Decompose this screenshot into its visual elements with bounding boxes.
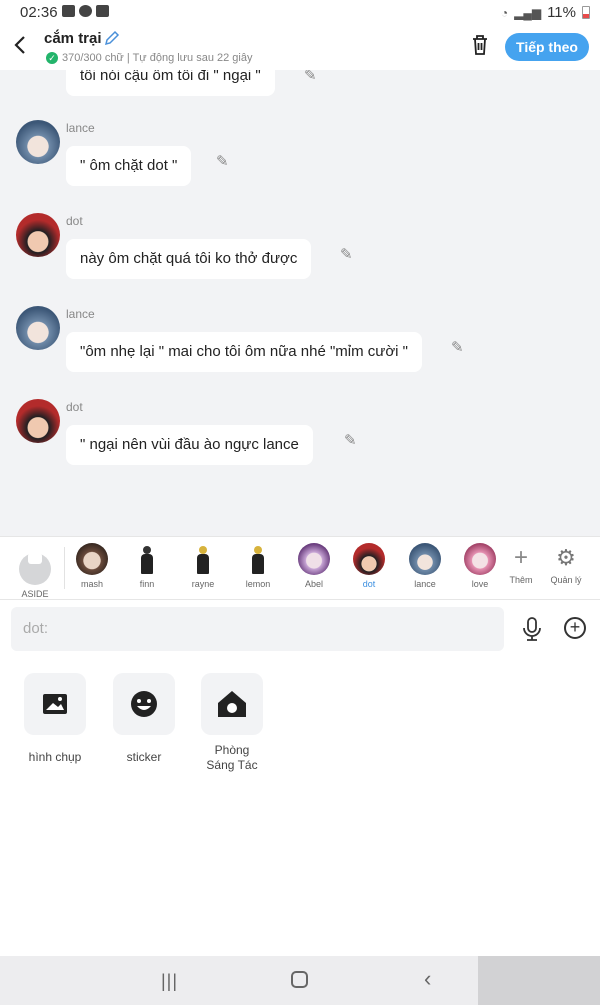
recent-apps-icon[interactable]: ||| [161, 971, 178, 992]
edit-message-icon[interactable]: ✎ [216, 152, 229, 170]
message-bubble[interactable]: " ngại nên vùi đầu ào ngực lance [66, 425, 313, 465]
character-aside[interactable]: ASIDE [13, 543, 57, 599]
add-label: Thêm [509, 575, 533, 585]
message-bubble[interactable]: tôi nói cậu ôm tôi đi " ngại " [66, 70, 275, 96]
character-label: Abel [304, 579, 323, 589]
avatar [353, 543, 385, 575]
photo-label: hình chụp [28, 750, 82, 764]
sticker-tool[interactable]: sticker [112, 673, 176, 765]
video-icon [62, 5, 75, 17]
creative-room-line2: Sáng Tác [206, 758, 258, 772]
character-dot[interactable]: dot [347, 543, 391, 589]
next-button[interactable]: Tiếp theo [505, 33, 589, 61]
trash-icon[interactable] [470, 34, 492, 58]
battery-text: 11% [547, 4, 576, 21]
avatar[interactable] [16, 120, 60, 164]
android-icon [96, 5, 109, 17]
character-lemon[interactable]: lemon [236, 543, 280, 589]
autosave-text: 370/300 chữ | Tự động lưu sau 22 giây [62, 52, 253, 64]
battery-icon [582, 6, 590, 19]
notification-icons [62, 5, 109, 17]
avatar [409, 543, 441, 575]
character-label: love [471, 579, 489, 589]
home-icon[interactable] [291, 971, 308, 988]
sender-name: lance [66, 121, 95, 135]
character-label: rayne [191, 579, 215, 589]
character-label: lance [414, 579, 436, 589]
status-time: 02:36 [20, 4, 58, 21]
avatar [242, 543, 274, 575]
back-icon[interactable] [12, 34, 34, 60]
sender-name: dot [66, 214, 83, 228]
creative-room-label: Phòng Sáng Tác [200, 743, 264, 773]
edit-title-icon[interactable] [104, 30, 120, 50]
page-title[interactable]: cắm trại [44, 30, 102, 47]
manage-label: Quản lý [550, 575, 582, 585]
edit-message-icon[interactable]: ✎ [340, 245, 353, 263]
header: cắm trại ✓ 370/300 chữ | Tự động lưu sau… [0, 26, 600, 70]
avatar [464, 543, 496, 575]
message-bubble[interactable]: " ôm chặt dot " [66, 146, 192, 186]
character-strip: ASIDE mash finn rayne lemon Abel dot lan… [0, 536, 600, 600]
signal-icon: ▂▄▆ [514, 5, 542, 20]
avatar [187, 543, 219, 575]
character-love[interactable]: love [458, 543, 502, 589]
character-mash[interactable]: mash [70, 543, 114, 589]
add-circle-icon[interactable]: + [564, 617, 586, 639]
character-label: ASIDE [21, 589, 49, 599]
avatar[interactable] [16, 213, 60, 257]
sender-name: lance [66, 307, 95, 321]
character-rayne[interactable]: rayne [181, 543, 225, 589]
sender-name: dot [66, 400, 83, 414]
house-icon [201, 673, 263, 735]
character-label: dot [362, 579, 376, 589]
edit-message-icon[interactable]: ✎ [451, 338, 464, 356]
check-icon: ✓ [46, 52, 58, 64]
wifi-icon: ◔ [500, 5, 509, 20]
autosave-info: ✓ 370/300 chữ | Tự động lưu sau 22 giây [46, 52, 252, 64]
back-nav-icon[interactable]: ‹ [424, 966, 431, 992]
sticker-label: sticker [126, 750, 162, 764]
microphone-icon[interactable] [522, 617, 544, 641]
edit-message-icon[interactable]: ✎ [304, 70, 317, 84]
message-bubble[interactable]: này ôm chặt quá tôi ko thở được [66, 239, 312, 279]
character-finn[interactable]: finn [125, 543, 169, 589]
character-label: finn [139, 579, 155, 589]
add-character-button[interactable]: + Thêm [499, 543, 543, 585]
character-abel[interactable]: Abel [292, 543, 336, 589]
message-input[interactable]: dot: [11, 607, 504, 651]
sync-icon [79, 5, 92, 17]
avatar [298, 543, 330, 575]
chat-area[interactable]: tôi nói cậu ôm tôi đi " ngại " ✎ lance "… [0, 70, 600, 536]
avatar [131, 543, 163, 575]
avatar[interactable] [16, 306, 60, 350]
sticker-icon [113, 673, 175, 735]
photo-icon [24, 673, 86, 735]
system-nav-bar: ||| ‹ [0, 956, 600, 1005]
avatar [76, 543, 108, 575]
divider [64, 547, 65, 589]
avatar[interactable] [16, 399, 60, 443]
gear-icon: ⚙ [556, 545, 576, 570]
plus-icon: + [513, 544, 528, 571]
status-bar: 02:36 ◔ ▂▄▆ 11% [0, 0, 600, 26]
nav-right-area [478, 956, 600, 1005]
manage-button[interactable]: ⚙ Quản lý [544, 543, 588, 585]
photo-tool[interactable]: hình chụp [23, 673, 87, 765]
character-label: mash [80, 579, 103, 589]
character-label: lemon [245, 579, 271, 589]
creative-room-tool[interactable]: Phòng Sáng Tác [200, 673, 264, 773]
character-lance[interactable]: lance [403, 543, 447, 589]
status-right: ◔ ▂▄▆ 11% [501, 4, 590, 21]
message-bubble[interactable]: "ôm nhẹ lại " mai cho tôi ôm nữa nhé "mỉ… [66, 332, 423, 372]
creative-room-line1: Phòng [214, 743, 250, 757]
edit-message-icon[interactable]: ✎ [344, 431, 357, 449]
aside-icon [19, 553, 51, 585]
